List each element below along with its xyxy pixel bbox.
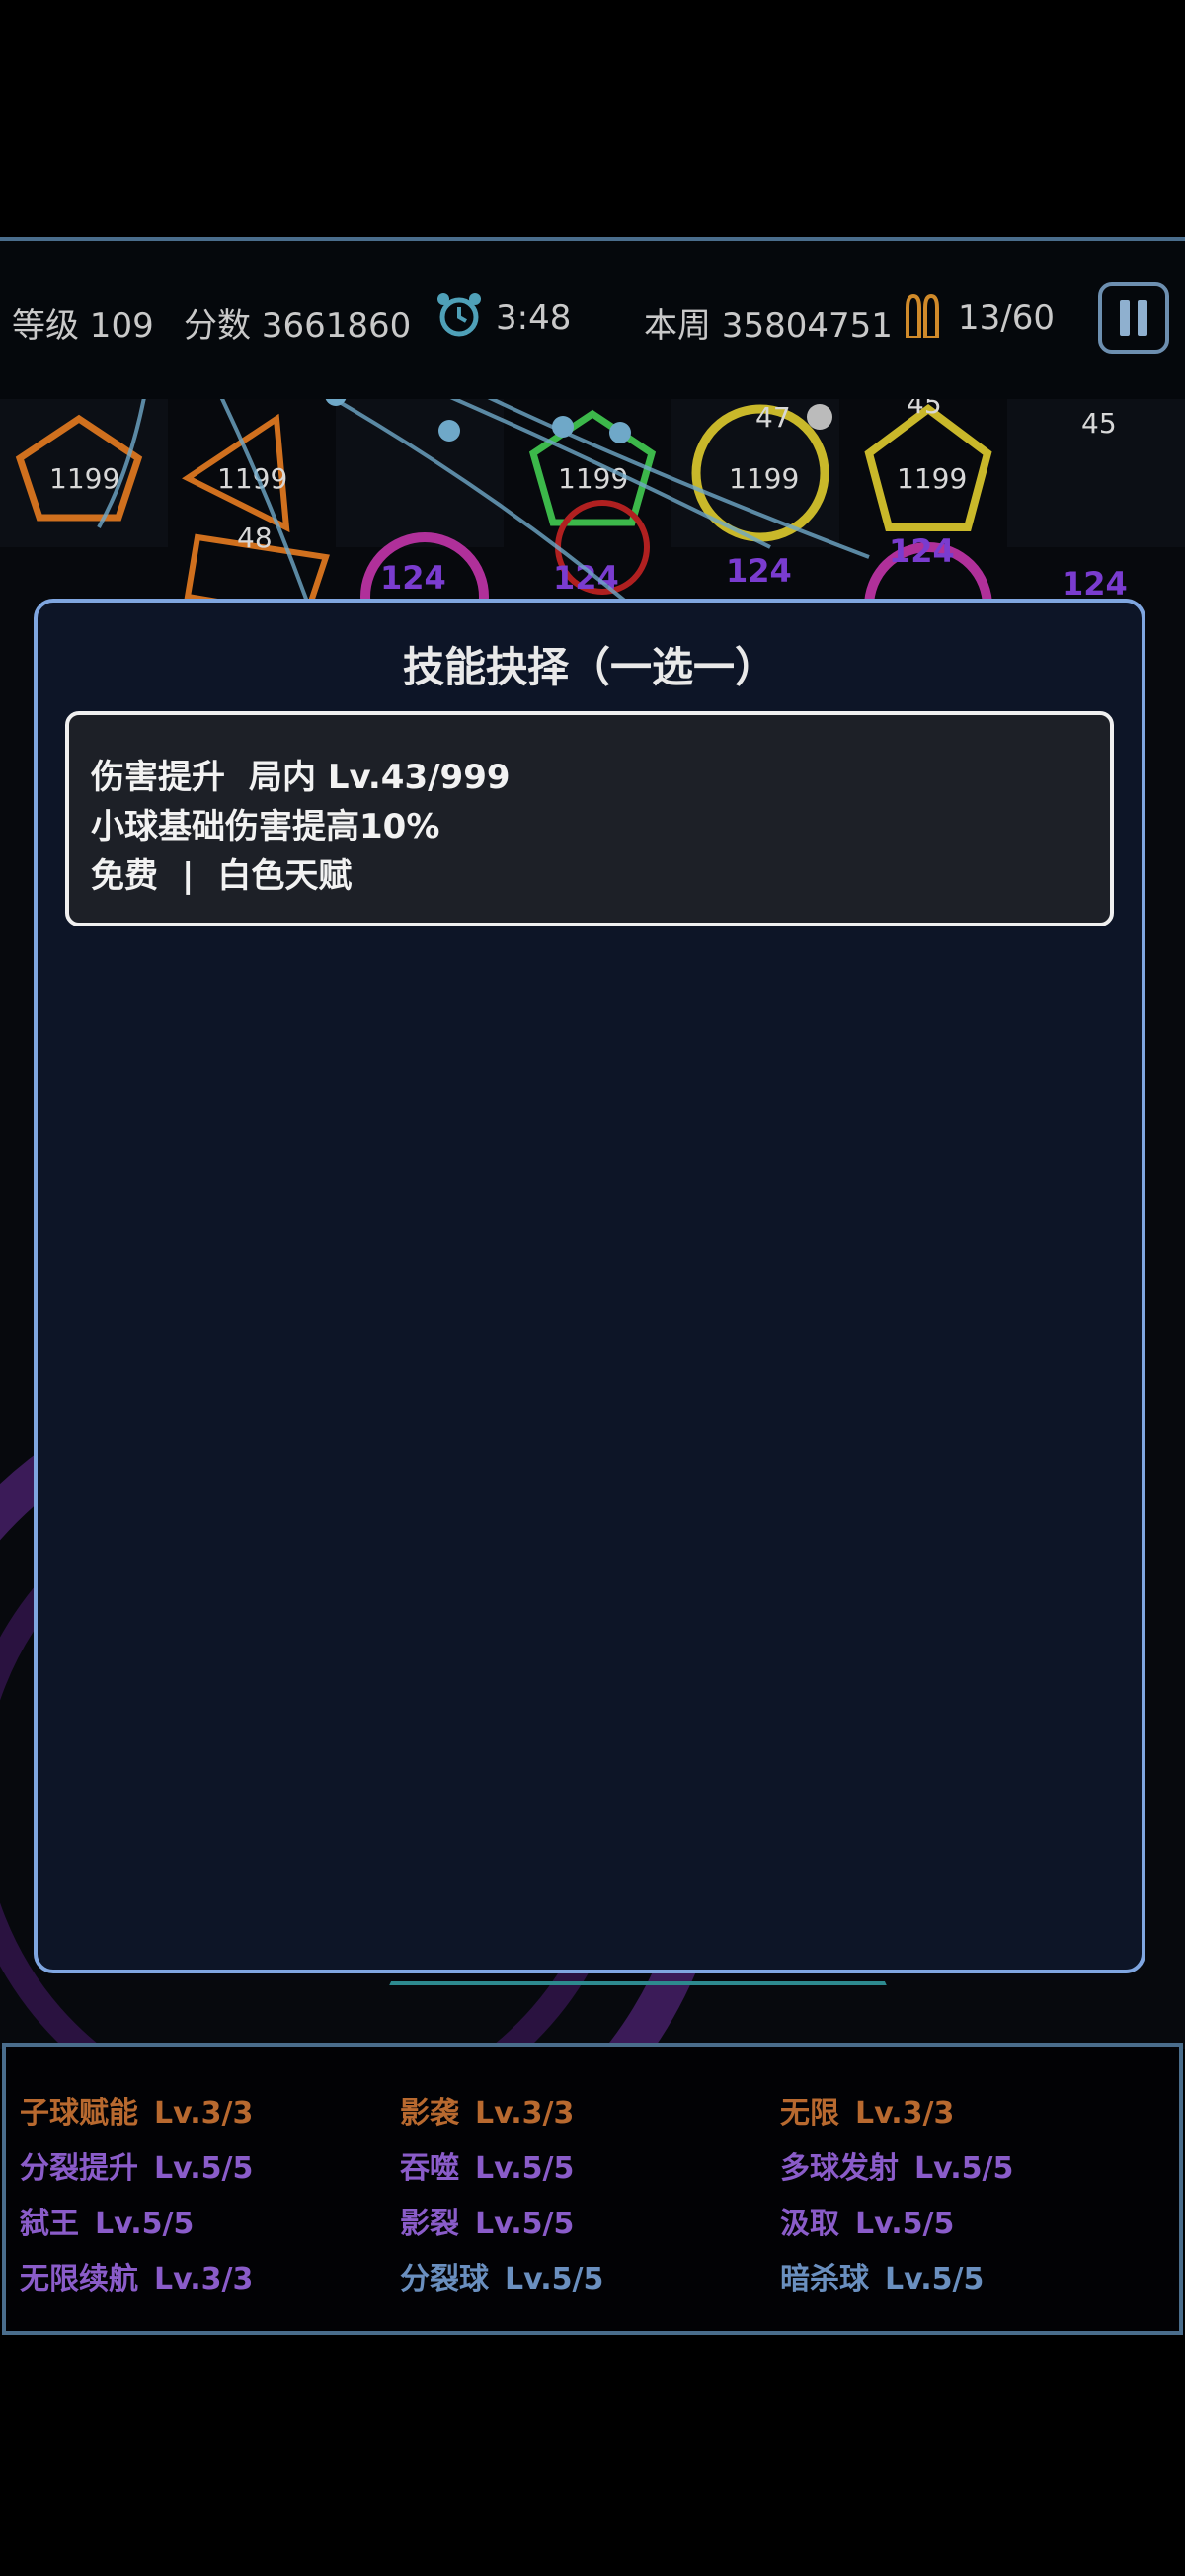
skill-cost: 免费 [91, 856, 158, 896]
block-value: 124 [726, 552, 792, 590]
owned-skill: 弑王 Lv.5/5 [20, 2207, 195, 2241]
status-bar: 等级 109 分数 3661860 3:48 本周 35804751 13/60 [0, 237, 1185, 403]
score-label: 分数 3661860 [184, 306, 412, 346]
skill-option-card[interactable]: 伤害提升 局内 Lv.43/999 小球基础伤害提高10% 免费 | 白色天赋 [65, 711, 1114, 926]
owned-skill: 汲取 Lv.5/5 [780, 2207, 955, 2241]
block-value: 124 [1062, 565, 1128, 603]
block-value: 45 [907, 399, 942, 420]
ammo-count-label: 13/60 [958, 298, 1055, 338]
block-value: 45 [1081, 407, 1117, 440]
owned-skill: 多球发射 Lv.5/5 [780, 2151, 1014, 2186]
dialog-title: 技能抉择（一选一） [402, 643, 776, 691]
skill-cost-row: 免费 | 白色天赋 [91, 851, 1090, 901]
owned-skill: 吞噬 Lv.5/5 [400, 2151, 575, 2186]
separator: | [182, 856, 195, 896]
skill-talent: 白色天赋 [217, 856, 353, 896]
timer-label: 3:48 [496, 298, 572, 338]
block-value: 124 [553, 559, 619, 597]
pause-button[interactable] [1098, 282, 1169, 354]
owned-skill: 分裂提升 Lv.5/5 [20, 2151, 254, 2186]
skill-name: 伤害提升 [91, 758, 225, 797]
owned-skill: 影袭 Lv.3/3 [400, 2096, 575, 2131]
skill-choice-dialog: 技能抉择（一选一） 伤害提升 局内 Lv.43/999 小球基础伤害提高10% 免… [34, 599, 1146, 1973]
block-value: 47 [755, 401, 791, 434]
level-label: 等级 109 [12, 306, 154, 346]
block-value: 1199 [558, 462, 628, 495]
weekly-score-label: 本周 35804751 [644, 306, 893, 346]
skill-header: 伤害提升 局内 Lv.43/999 [91, 753, 1090, 802]
alarm-clock-icon [434, 290, 484, 349]
owned-skill: 暗杀球 Lv.5/5 [780, 2262, 985, 2296]
block-value: 1199 [729, 462, 799, 495]
block-value: 124 [889, 532, 955, 570]
owned-skill: 子球赋能 Lv.3/3 [20, 2096, 254, 2131]
skill-description: 小球基础伤害提高10% [91, 807, 440, 846]
block-value: 1199 [897, 462, 967, 495]
bullet-icon [903, 293, 942, 347]
owned-skill: 分裂球 Lv.5/5 [400, 2262, 604, 2296]
block-value: 48 [237, 522, 273, 554]
block-value: 124 [380, 559, 446, 597]
skill-level: 局内 Lv.43/999 [249, 758, 511, 797]
owned-skill: 影裂 Lv.5/5 [400, 2207, 575, 2241]
owned-skill: 无限 Lv.3/3 [780, 2096, 955, 2131]
owned-skill: 无限续航 Lv.3/3 [20, 2262, 254, 2296]
block-value: 1199 [49, 462, 119, 495]
